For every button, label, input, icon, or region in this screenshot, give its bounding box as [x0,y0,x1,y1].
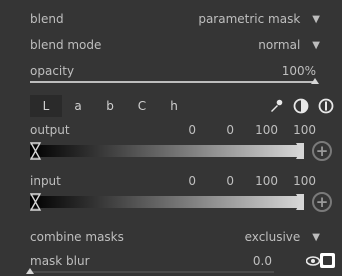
opacity-slider-handle[interactable] [311,78,319,84]
invert-icon[interactable] [293,98,309,114]
tab-L[interactable]: L [30,95,62,117]
output-value-3: 100 [255,123,278,137]
output-value-4: 100 [293,123,316,137]
add-marker-icon[interactable]: + [312,141,332,161]
output-values-row: output 0 0 100 100 [30,121,328,139]
tab-C[interactable]: C [126,95,158,117]
blend-dropdown[interactable]: parametric mask ▼ [198,12,320,26]
eye-icon[interactable] [305,254,321,268]
mask-blur-track[interactable] [30,271,274,273]
opacity-value: 100% [281,64,316,78]
color-picker-icon[interactable] [268,98,284,114]
mask-display-icon[interactable] [320,253,335,268]
dropdown-arrow-icon: ▼ [312,231,320,243]
mask-toolbar [268,96,334,116]
output-label: output [30,123,70,137]
opacity-slider-track[interactable] [30,81,314,83]
input-value-4: 100 [293,174,316,188]
blend-mode-value: normal [258,38,301,52]
blend-mode-row[interactable]: blend mode normal ▼ [30,36,320,54]
input-label: input [30,174,61,188]
blend-row[interactable]: blend parametric mask ▼ [30,10,320,28]
input-values-row: input 0 0 100 100 [30,172,328,190]
blend-label: blend [30,12,64,26]
dropdown-arrow-icon: ▼ [312,13,320,25]
mask-blur-slider[interactable]: mask blur 0.0 [30,252,272,270]
opacity-label: opacity [30,64,75,78]
tab-b[interactable]: b [94,95,126,117]
input-value-1: 0 [188,174,196,188]
tab-h[interactable]: h [158,95,190,117]
blend-value: parametric mask [198,12,301,26]
add-marker-icon[interactable]: + [312,192,332,212]
input-value-2: 0 [226,174,234,188]
output-value-1: 0 [188,123,196,137]
output-gradient-slider[interactable] [29,142,305,160]
mask-blur-label: mask blur [30,254,90,268]
mask-blur-value: 0.0 [252,254,272,268]
mask-blur-handle[interactable] [26,268,34,274]
input-value-3: 100 [255,174,278,188]
blend-mode-label: blend mode [30,38,102,52]
combine-masks-row[interactable]: combine masks exclusive ▼ [30,228,320,246]
channel-tabs: L a b C h [30,95,190,117]
combine-masks-label: combine masks [30,230,124,244]
combine-masks-value: exclusive [244,230,301,244]
opacity-slider[interactable]: opacity 100% [30,62,316,80]
combine-masks-dropdown[interactable]: exclusive ▼ [245,230,320,244]
output-value-2: 0 [226,123,234,137]
tab-a[interactable]: a [62,95,94,117]
blend-panel: blend parametric mask ▼ blend mode norma… [0,0,342,276]
reset-icon[interactable] [318,98,334,114]
input-gradient-slider[interactable] [29,193,305,211]
dropdown-arrow-icon: ▼ [312,39,320,51]
blend-mode-dropdown[interactable]: normal ▼ [258,38,320,52]
